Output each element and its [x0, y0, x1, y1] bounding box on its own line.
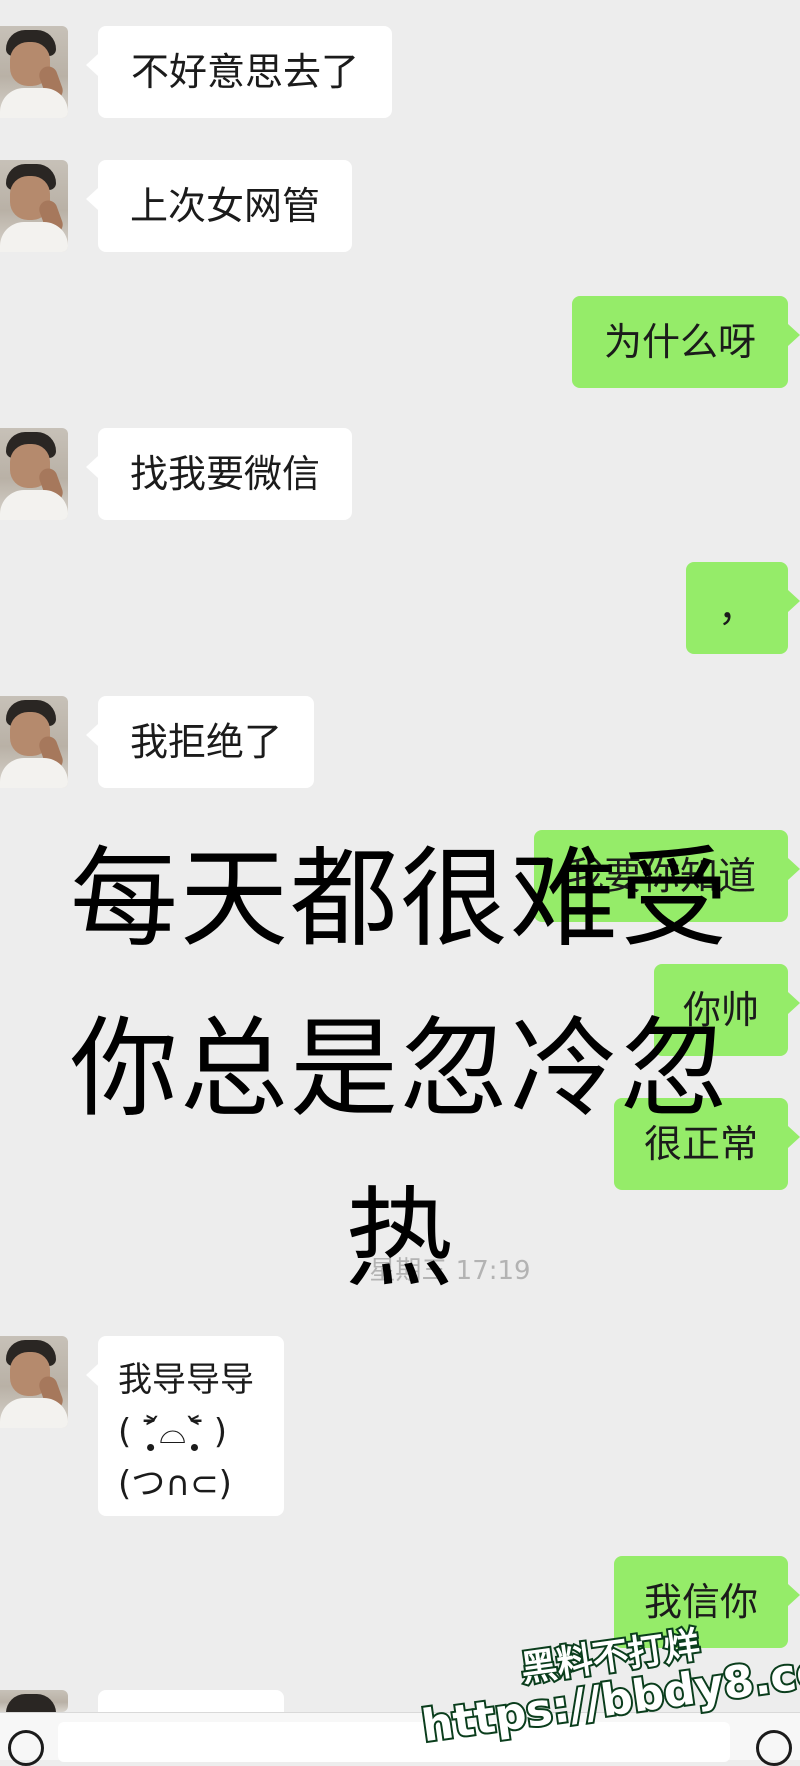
- overlay-caption-line: 你总是忽冷忽: [69, 1007, 730, 1132]
- voice-icon[interactable]: [8, 1730, 44, 1766]
- message-incoming[interactable]: 不好意思去了: [86, 26, 392, 118]
- message-outgoing[interactable]: ，: [686, 562, 800, 654]
- overlay-caption-line: 热: [344, 1177, 455, 1302]
- contact-avatar[interactable]: [0, 160, 68, 252]
- message-outgoing[interactable]: 为什么呀: [572, 296, 800, 388]
- contact-avatar[interactable]: [0, 1336, 68, 1428]
- message-incoming[interactable]: 上次女网管: [86, 160, 352, 252]
- contact-avatar[interactable]: [0, 26, 68, 118]
- emoji-icon[interactable]: [756, 1730, 792, 1766]
- overlay-caption-line: 每天都很难受: [69, 837, 730, 962]
- contact-avatar[interactable]: [0, 696, 68, 788]
- message-incoming[interactable]: 找我要微信: [86, 428, 352, 520]
- contact-avatar[interactable]: [0, 1690, 68, 1712]
- message-incoming[interactable]: 我导导导 ( ˃̣̣̥᷄⌓˂̣̣̥᷅ ) (つ∩⊂): [86, 1336, 284, 1516]
- contact-avatar[interactable]: [0, 428, 68, 520]
- message-incoming-partial[interactable]: [86, 1690, 284, 1740]
- message-input[interactable]: [58, 1722, 730, 1762]
- message-incoming[interactable]: 我拒绝了: [86, 696, 314, 788]
